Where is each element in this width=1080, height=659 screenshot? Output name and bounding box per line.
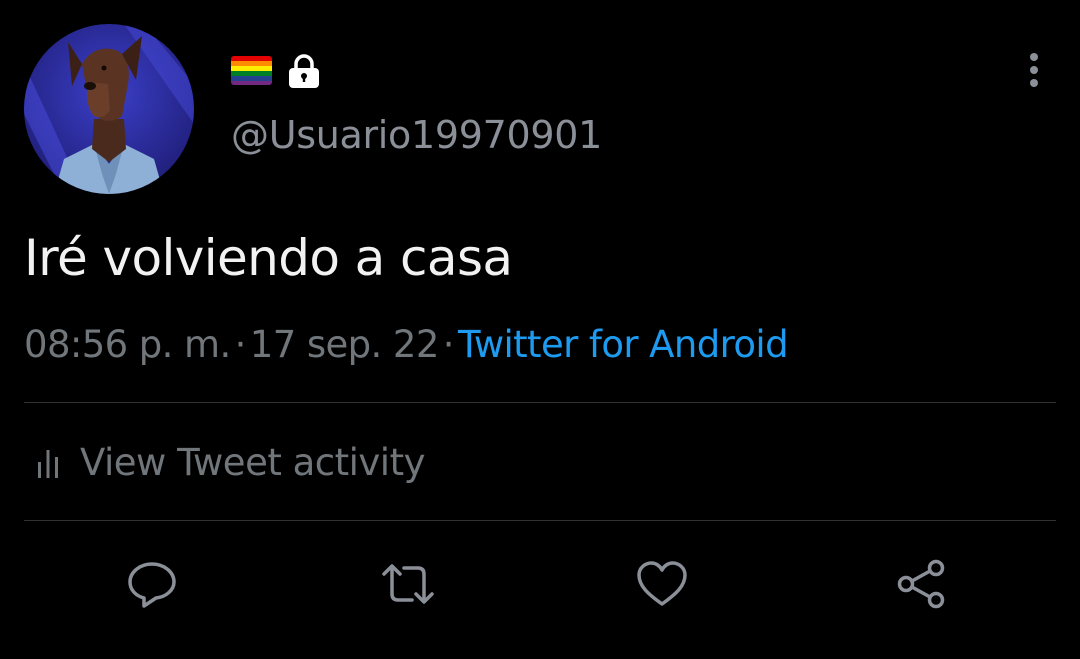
author-handle[interactable]: @Usuario19970901 (231, 112, 602, 158)
view-tweet-activity-button[interactable]: View Tweet activity (34, 438, 425, 488)
rainbow-flag-emoji (231, 56, 272, 85)
divider (24, 402, 1056, 403)
meta-separator: · (234, 323, 247, 366)
avatar[interactable] (24, 24, 194, 194)
retweet-icon (382, 564, 434, 604)
heart-icon (637, 561, 687, 606)
share-button[interactable] (894, 556, 950, 612)
avatar-image (24, 24, 194, 194)
lock-icon (287, 53, 321, 89)
tweet-date: 17 sep. 22 (249, 323, 440, 366)
more-vertical-icon (1030, 53, 1038, 87)
tweet-source-link[interactable]: Twitter for Android (458, 323, 789, 366)
bar-chart-icon (38, 450, 58, 478)
divider (24, 520, 1056, 521)
retweet-button[interactable] (380, 556, 436, 612)
tweet-time: 08:56 p. m. (24, 323, 231, 366)
tweet-metadata: 08:56 p. m. · 17 sep. 22 · Twitter for Andro… (24, 321, 789, 369)
meta-separator: · (442, 323, 455, 366)
reply-button[interactable] (124, 556, 180, 612)
tweet-text: Iré volviendo a casa (24, 229, 513, 287)
like-button[interactable] (634, 556, 690, 612)
share-icon (897, 559, 945, 609)
reply-icon (128, 562, 176, 608)
more-options-button[interactable] (1014, 48, 1054, 92)
view-tweet-activity-label: View Tweet activity (80, 441, 425, 484)
